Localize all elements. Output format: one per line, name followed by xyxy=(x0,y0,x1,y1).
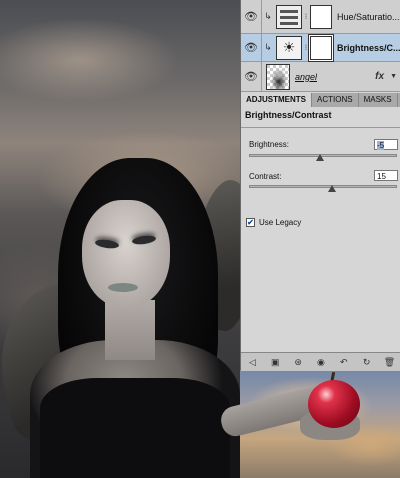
contrast-slider-track[interactable] xyxy=(249,185,397,188)
reset-icon[interactable]: ↶ xyxy=(337,357,351,368)
refresh-icon[interactable]: ↻ xyxy=(360,357,374,368)
hue-saturation-adjustment-icon xyxy=(276,4,302,29)
use-legacy-checkbox[interactable]: ✔ xyxy=(246,218,255,227)
eye-icon[interactable]: ◉ xyxy=(314,357,328,368)
contrast-label: Contrast: xyxy=(249,172,282,181)
contrast-slider-handle[interactable] xyxy=(327,185,336,192)
brightness-slider-handle[interactable] xyxy=(316,154,325,161)
layer-visibility-icon[interactable]: ⊛ xyxy=(291,357,305,368)
contrast-field[interactable]: 15 xyxy=(374,170,398,181)
adjustment-title: Brightness/Contrast xyxy=(245,110,332,120)
eye-icon[interactable]: 👁 xyxy=(241,0,262,33)
brightness-value[interactable]: -5 xyxy=(377,141,385,150)
back-arrow-icon[interactable]: ◁ xyxy=(245,357,259,368)
red-apple xyxy=(308,380,360,428)
divider xyxy=(241,127,400,128)
layer-name[interactable]: Hue/Saturatio... xyxy=(337,12,400,22)
layer-row-angel[interactable]: 👁 angel fx ▼ xyxy=(241,62,400,92)
tab-masks[interactable]: MASKS xyxy=(359,93,398,107)
neck xyxy=(105,300,155,360)
image-layer-thumbnail xyxy=(266,63,290,90)
layer-mask-thumbnail[interactable] xyxy=(310,4,332,29)
brightness-field[interactable]: -5 xyxy=(374,139,398,150)
clip-panel-icon[interactable]: ▣ xyxy=(268,357,282,368)
fx-icon[interactable]: fx xyxy=(375,71,384,82)
expand-arrow-icon[interactable]: ▼ xyxy=(390,73,397,80)
layer-mask-thumbnail[interactable] xyxy=(310,35,332,60)
adjustments-bottom-bar: ◁ ▣ ⊛ ◉ ↶ ↻ 🗑 xyxy=(241,352,400,371)
eye-icon[interactable]: 👁 xyxy=(241,62,262,91)
eye-icon[interactable]: 👁 xyxy=(241,34,262,61)
layers-panel: 👁 ↳ ⁝ Hue/Saturatio... 👁 ↳ ☀ ⁝ Brightnes… xyxy=(241,0,400,92)
lips xyxy=(108,283,138,292)
clip-arrow-icon: ↳ xyxy=(264,11,272,21)
use-legacy-label: Use Legacy xyxy=(259,218,302,227)
layer-row-hue-saturation[interactable]: 👁 ↳ ⁝ Hue/Saturatio... xyxy=(241,0,400,34)
brightness-contrast-adjustment-icon: ☀ xyxy=(276,35,302,60)
layer-name[interactable]: Brightness/C... xyxy=(337,43,400,53)
photoshop-panels: 👁 ↳ ⁝ Hue/Saturatio... 👁 ↳ ☀ ⁝ Brightnes… xyxy=(240,0,400,371)
brightness-label: Brightness: xyxy=(249,140,290,149)
tab-adjustments[interactable]: ADJUSTMENTS xyxy=(241,93,313,107)
chain-link-icon: ⁝ xyxy=(304,43,308,52)
chain-link-icon: ⁝ xyxy=(304,12,308,21)
use-legacy-option[interactable]: ✔ Use Legacy xyxy=(246,218,301,227)
trash-icon[interactable]: 🗑 xyxy=(382,357,396,368)
layer-name[interactable]: angel xyxy=(295,72,317,82)
tab-actions[interactable]: ACTIONS xyxy=(312,93,359,107)
panel-tabs: ADJUSTMENTS ACTIONS MASKS xyxy=(241,93,400,107)
clip-arrow-icon: ↳ xyxy=(264,42,272,52)
layer-row-brightness-contrast[interactable]: 👁 ↳ ☀ ⁝ Brightness/C... xyxy=(241,34,400,62)
black-dress xyxy=(40,378,230,478)
